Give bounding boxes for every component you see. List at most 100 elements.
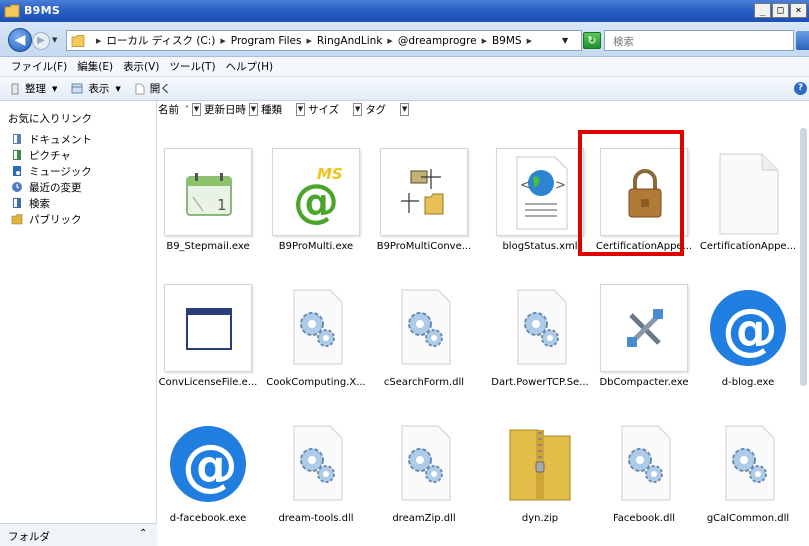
breadcrumb-item[interactable]: Program Files — [231, 35, 302, 47]
breadcrumb-arrow[interactable]: ▶ — [96, 37, 101, 45]
breadcrumb-item[interactable]: B9MS — [492, 35, 522, 47]
search-button[interactable] — [796, 31, 809, 50]
breadcrumb-arrow[interactable]: ▶ — [220, 37, 225, 45]
file-thumbnail: @ — [704, 284, 792, 372]
file-item[interactable]: dyn.zip — [472, 390, 587, 524]
menu-file[interactable]: ファイル(F) — [11, 59, 67, 74]
search-input[interactable]: 検索 — [604, 30, 794, 51]
column-filter-icon[interactable]: ▼ — [249, 103, 258, 116]
calendar-icon: 1 — [186, 173, 232, 216]
breadcrumb-item[interactable]: ローカル ディスク (C:) — [106, 33, 215, 48]
view-button[interactable]: 表示 ▼ — [71, 81, 121, 96]
at-icon: @ — [170, 426, 246, 502]
file-item[interactable]: @ d-blog.exe — [680, 254, 795, 388]
file-thumbnail: 1 — [164, 148, 252, 236]
favorite-link-public[interactable]: パブリック — [11, 211, 92, 227]
public-folder-icon — [11, 214, 23, 225]
forward-button[interactable]: ▶ — [32, 32, 50, 50]
favorite-link-music[interactable]: ミュージック — [11, 163, 92, 179]
open-file-icon — [135, 83, 145, 94]
address-bar[interactable]: ▶ ローカル ディスク (C:) ▶ Program Files ▶ RingA… — [66, 30, 582, 51]
column-header-name[interactable]: 名前 ˄ ▼ — [158, 102, 204, 117]
favorite-link-documents[interactable]: ドキュメント — [11, 131, 92, 147]
column-header-tags[interactable]: タグ ▼ — [365, 102, 412, 117]
file-item[interactable]: DbCompacter.exe — [576, 254, 691, 388]
column-filter-icon[interactable]: ▼ — [192, 103, 201, 116]
column-header-type[interactable]: 種類 ▼ — [261, 102, 308, 117]
refresh-button[interactable]: ↻ — [583, 32, 601, 49]
column-label: 更新日時 — [204, 104, 246, 116]
favorite-link-recent-changes[interactable]: 最近の変更 — [11, 179, 92, 195]
column-label: サイズ — [308, 104, 340, 116]
recent-pages-dropdown[interactable]: ▼ — [52, 36, 57, 44]
window-controls: _ □ × — [754, 3, 807, 18]
favorite-link-pictures[interactable]: ピクチャ — [11, 147, 92, 163]
xml-globe-icon: < > — [516, 156, 568, 230]
folders-toggle[interactable]: フォルダ ⌃ — [0, 523, 157, 546]
file-thumbnail — [380, 284, 468, 372]
open-button[interactable]: 開く — [135, 81, 171, 96]
file-item[interactable]: dreamZip.dll — [356, 390, 471, 524]
dll-gear-icon — [401, 289, 451, 365]
file-item[interactable]: < > blogStatus.xml — [472, 118, 587, 252]
file-item[interactable]: cSearchForm.dll — [356, 254, 471, 388]
file-name: gCalCommon.dll — [706, 513, 790, 524]
minimize-button[interactable]: _ — [754, 3, 771, 18]
column-header-date[interactable]: 更新日時 ▼ — [204, 102, 261, 117]
dll-gear-icon — [517, 289, 567, 365]
breadcrumb-arrow[interactable]: ▶ — [527, 37, 532, 45]
file-thumbnail — [380, 420, 468, 508]
breadcrumb-arrow[interactable]: ▶ — [387, 37, 392, 45]
scrollbar-thumb[interactable] — [800, 128, 807, 386]
chevron-up-icon: ⌃ — [139, 528, 148, 539]
file-item[interactable]: CertificationAppe... — [680, 118, 796, 252]
file-item[interactable]: dream-tools.dll — [248, 390, 363, 524]
menu-edit[interactable]: 編集(E) — [77, 59, 113, 74]
organize-button[interactable]: 整理 ▼ — [10, 81, 57, 96]
column-header-size[interactable]: サイズ ▼ — [308, 102, 365, 117]
file-item[interactable]: 1 B9_Stepmail.exe — [140, 118, 255, 252]
favorite-link-label: ピクチャ — [29, 149, 71, 162]
file-item[interactable]: Facebook.dll — [576, 390, 691, 524]
column-filter-icon[interactable]: ▼ — [353, 103, 363, 116]
favorite-link-label: ドキュメント — [29, 133, 92, 146]
vertical-scrollbar[interactable] — [798, 118, 809, 388]
favorite-link-search[interactable]: 検索 — [11, 195, 92, 211]
pictures-icon — [13, 150, 21, 160]
file-item[interactable]: Dart.PowerTCP.Se... — [472, 254, 589, 388]
svg-text:@: @ — [722, 297, 778, 362]
file-item[interactable]: @ d-facebook.exe — [140, 390, 255, 524]
file-item[interactable]: CookComputing.X... — [248, 254, 366, 388]
address-dropdown-icon[interactable]: ▼ — [562, 36, 568, 45]
svg-text:<: < — [520, 178, 531, 193]
back-button[interactable]: ◀ — [8, 28, 32, 52]
music-icon — [13, 166, 21, 176]
file-item[interactable]: @ MS B9ProMulti.exe — [248, 118, 363, 252]
close-button[interactable]: × — [790, 3, 807, 18]
svg-text:1: 1 — [217, 196, 227, 214]
column-filter-icon[interactable]: ▼ — [296, 103, 305, 116]
maximize-button[interactable]: □ — [772, 3, 789, 18]
file-thumbnail — [496, 420, 584, 508]
breadcrumb-arrow[interactable]: ▶ — [482, 37, 487, 45]
file-thumbnail — [380, 148, 468, 236]
chevron-down-icon: ▼ — [52, 84, 58, 93]
breadcrumb-item[interactable]: @dreamprogre — [398, 35, 477, 47]
file-item[interactable]: B9ProMultiConve... — [356, 118, 471, 252]
folders-label: フォルダ — [8, 531, 50, 543]
open-label: 開く — [149, 83, 171, 95]
title-bar: B9MS _ □ × — [0, 0, 809, 22]
breadcrumb-arrow[interactable]: ▶ — [306, 37, 311, 45]
help-icon[interactable]: ? — [794, 82, 807, 95]
file-item[interactable]: ConvLicenseFile.e... — [140, 254, 257, 388]
menu-tools[interactable]: ツール(T) — [169, 59, 215, 74]
menu-help[interactable]: ヘルプ(H) — [226, 59, 274, 74]
breadcrumb-item[interactable]: RingAndLink — [317, 35, 383, 47]
favorite-links-list: ドキュメント ピクチャ ミュージック 最近の変更 検索 パブリック — [11, 131, 92, 227]
file-item[interactable]: gCalCommon.dll — [680, 390, 795, 524]
file-thumbnail: < > — [496, 148, 584, 236]
svg-text:@: @ — [182, 433, 238, 498]
menu-view[interactable]: 表示(V) — [123, 59, 159, 74]
column-filter-icon[interactable]: ▼ — [400, 103, 410, 116]
at-icon: @ — [710, 290, 786, 366]
